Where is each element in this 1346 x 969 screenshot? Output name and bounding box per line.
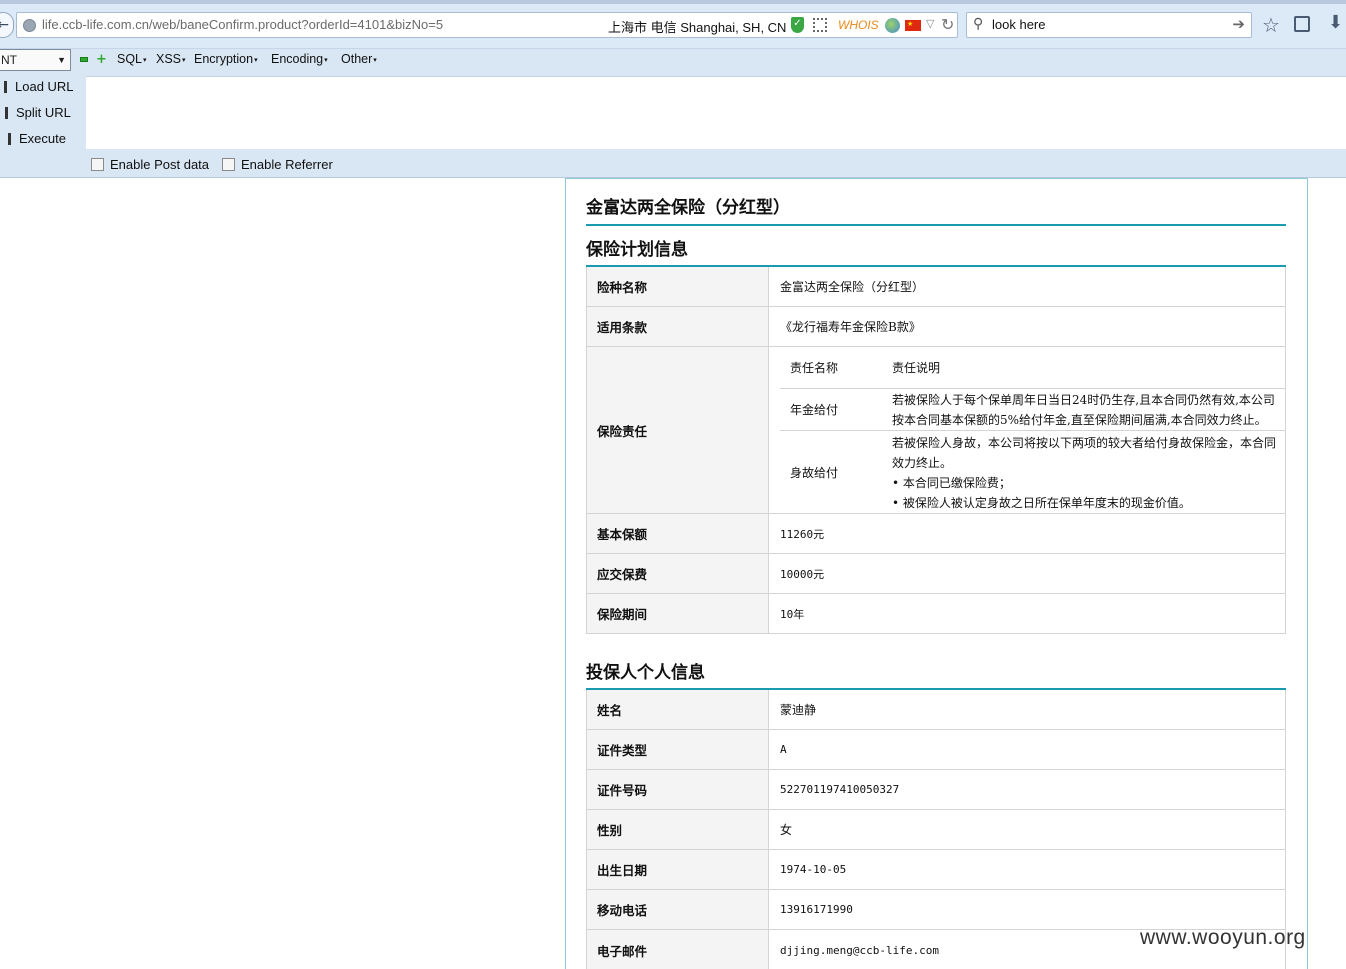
liability-header-desc: 责任说明	[892, 360, 941, 375]
row-value: 11260元	[780, 527, 825, 541]
watermark: www.wooyun.org	[1140, 926, 1306, 949]
liability-item-name: 身故给付	[790, 466, 839, 480]
liability-item-desc: 若被保险人于每个保单周年日当日24时仍生存,且本合同仍然有效,本公司 按本合同基…	[892, 392, 1275, 427]
load-url-button[interactable]: Load URL	[4, 79, 74, 94]
row-label: 出生日期	[587, 850, 769, 889]
globe-icon	[23, 19, 36, 32]
reload-icon[interactable]: ↻	[941, 15, 954, 34]
table-row: 姓名 蒙迪静	[587, 690, 1285, 730]
enable-referrer-checkbox[interactable]: Enable Referrer	[222, 157, 333, 172]
menu-sql[interactable]: SQL▾	[117, 52, 147, 66]
table-row: 应交保费 10000元	[587, 554, 1285, 594]
holder-section-title: 投保人个人信息	[586, 663, 705, 683]
row-label: 证件号码	[587, 770, 769, 809]
liability-subtable: 责任名称 责任说明 年金给付 若被保险人于每个保单周年日当日24时仍生存,且本合…	[780, 347, 1285, 514]
row-label: 姓名	[587, 690, 769, 729]
divider	[586, 224, 1286, 226]
table-row: 性别 女	[587, 810, 1285, 850]
whois-button[interactable]: WHOIS	[838, 18, 879, 32]
reader-icon[interactable]	[1294, 16, 1310, 32]
menu-encoding[interactable]: Encoding▾	[271, 52, 328, 66]
row-value: 1974-10-05	[780, 863, 847, 876]
row-label: 适用条款	[587, 307, 769, 346]
table-row: 出生日期 1974-10-05	[587, 850, 1285, 890]
tab-strip	[0, 0, 1346, 4]
download-icon[interactable]: ⬇	[1328, 12, 1343, 33]
caret-down-icon: ▼	[57, 55, 66, 65]
search-icon: ⚲	[973, 16, 984, 32]
browser-toolbar: ← life.ccb-life.com.cn/web/baneConfirm.p…	[0, 0, 1346, 49]
table-row: 适用条款 《龙行福寿年金保险B款》	[587, 307, 1285, 347]
row-value: 10年	[780, 607, 805, 621]
back-button[interactable]: ←	[0, 12, 14, 38]
row-label: 险种名称	[587, 267, 769, 306]
url-text[interactable]: life.ccb-life.com.cn/web/baneConfirm.pro…	[42, 17, 443, 32]
row-label: 移动电话	[587, 890, 769, 929]
plus-icon[interactable]: +	[96, 52, 107, 67]
liability-item-row: 身故给付 若被保险人身故，本公司将按以下两项的较大者给付身故保险金，本合同 效力…	[780, 431, 1285, 514]
enable-post-data-checkbox[interactable]: Enable Post data	[91, 157, 209, 172]
row-label: 保险期间	[587, 594, 769, 633]
panel-border	[565, 178, 1308, 180]
mode-select-value: NT	[1, 53, 17, 67]
table-row: 保险期间 10年	[587, 594, 1285, 634]
row-label: 保险责任	[587, 347, 769, 513]
row-value: 522701197410050327	[780, 783, 900, 796]
row-value: 金富达两全保险（分红型）	[780, 280, 925, 294]
row-label: 性别	[587, 810, 769, 849]
menu-other[interactable]: Other▾	[341, 52, 377, 66]
row-label: 应交保费	[587, 554, 769, 593]
row-label: 基本保额	[587, 514, 769, 553]
geo-location-text: 上海市 电信 Shanghai, SH, CN	[608, 20, 787, 35]
shield-icon[interactable]: ✓	[791, 17, 804, 33]
table-row: 移动电话 13916171990	[587, 890, 1285, 930]
table-row: 证件类型 A	[587, 730, 1285, 770]
qr-code-icon[interactable]	[813, 18, 827, 32]
search-bar[interactable]: ⚲ look here ➔	[966, 12, 1252, 38]
chevron-down-icon[interactable]: ▽	[926, 17, 934, 30]
url-textarea[interactable]	[86, 76, 1346, 149]
table-row: 基本保额 11260元	[587, 514, 1285, 554]
hackbar: NT ▼ + SQL▾ XSS▾ Encryption▾ Encoding▾ O…	[0, 49, 1346, 178]
liability-item-desc: 若被保险人身故，本公司将按以下两项的较大者给付身故保险金，本合同 效力终止。 •…	[892, 435, 1277, 510]
table-row: 证件号码 522701197410050327	[587, 770, 1285, 810]
mode-select[interactable]: NT ▼	[0, 49, 71, 71]
row-value: 蒙迪静	[780, 703, 817, 717]
row-label: 证件类型	[587, 730, 769, 769]
plan-section-title: 保险计划信息	[586, 240, 688, 260]
product-title: 金富达两全保险（分红型）	[586, 198, 790, 218]
address-bar[interactable]: life.ccb-life.com.cn/web/baneConfirm.pro…	[16, 12, 958, 38]
liability-item-row: 年金给付 若被保险人于每个保单周年日当日24时仍生存,且本合同仍然有效,本公司 …	[780, 389, 1285, 431]
row-value: 女	[780, 823, 793, 837]
liability-row: 保险责任 责任名称 责任说明 年金给付 若被保险人于每个保单周年日当日24时仍生…	[587, 347, 1285, 514]
earth-icon[interactable]	[885, 18, 900, 33]
table-row: 险种名称 金富达两全保险（分红型）	[587, 267, 1285, 307]
liability-header-name: 责任名称	[790, 361, 839, 375]
row-value: 《龙行福寿年金保险B款》	[780, 320, 921, 334]
arrow-right-icon[interactable]: ➔	[1232, 15, 1245, 33]
minus-icon[interactable]	[80, 57, 88, 62]
row-value: 13916171990	[780, 903, 853, 916]
liability-item-name: 年金给付	[790, 403, 839, 417]
menu-xss[interactable]: XSS▾	[156, 52, 186, 66]
row-label: 电子邮件	[587, 930, 769, 969]
bookmark-star-icon[interactable]: ☆	[1262, 13, 1280, 37]
execute-button[interactable]: Execute	[8, 131, 66, 146]
row-value: 10000元	[780, 567, 825, 581]
row-value: A	[780, 743, 787, 756]
menu-encryption[interactable]: Encryption▾	[194, 52, 258, 66]
plan-table: 险种名称 金富达两全保险（分红型） 适用条款 《龙行福寿年金保险B款》 保险责任…	[586, 267, 1286, 634]
liability-header-row: 责任名称 责任说明	[780, 347, 1285, 389]
split-url-button[interactable]: Split URL	[5, 105, 71, 120]
search-input[interactable]: look here	[992, 17, 1045, 32]
china-flag-icon: ★	[905, 20, 921, 31]
